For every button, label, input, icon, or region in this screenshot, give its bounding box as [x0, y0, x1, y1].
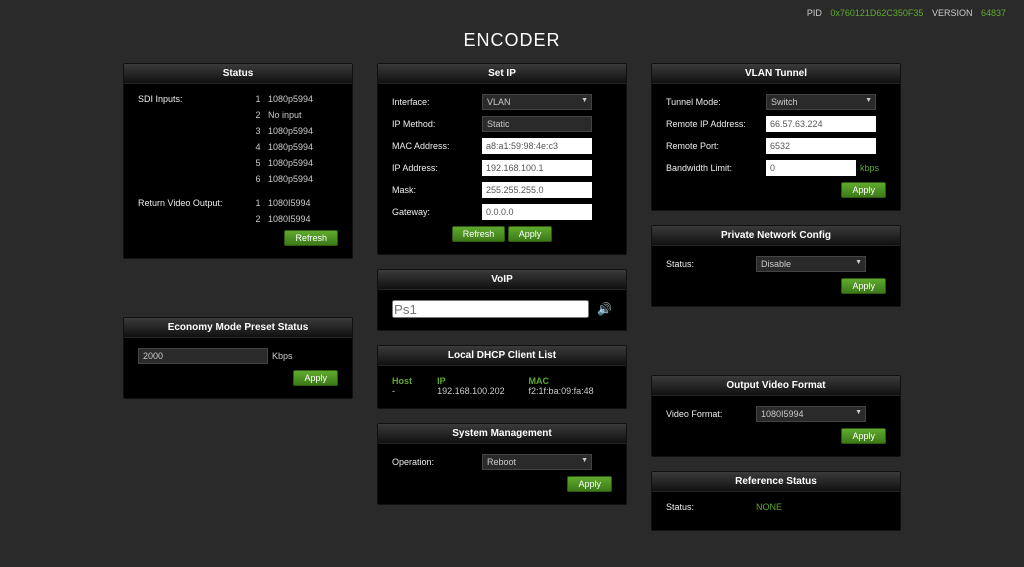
- vlan-apply-button[interactable]: Apply: [841, 182, 886, 198]
- setip-header: Set IP: [378, 64, 626, 84]
- setip-refresh-button[interactable]: Refresh: [452, 226, 506, 242]
- vlan-panel: VLAN Tunnel Tunnel Mode: Switch Remote I…: [651, 63, 901, 211]
- version-label: VERSION: [932, 8, 973, 18]
- return-video-label: Return Video Output:: [138, 198, 248, 208]
- voip-panel: VoIP 🔊: [377, 269, 627, 331]
- dhcp-header: Local DHCP Client List: [378, 346, 626, 366]
- remote-port-field[interactable]: [766, 138, 876, 154]
- private-network-panel: Private Network Config Status: Disable A…: [651, 225, 901, 307]
- version-value: 64837: [981, 8, 1006, 18]
- pid-label: PID: [807, 8, 822, 18]
- vlan-header: VLAN Tunnel: [652, 64, 900, 84]
- remote-ip-field[interactable]: [766, 116, 876, 132]
- ip-method-field[interactable]: [482, 116, 592, 132]
- private-status-select[interactable]: Disable: [756, 256, 866, 272]
- gateway-field[interactable]: [482, 204, 592, 220]
- economy-input[interactable]: [138, 348, 268, 364]
- output-video-header: Output Video Format: [652, 376, 900, 396]
- operation-select[interactable]: Reboot: [482, 454, 592, 470]
- setip-panel: Set IP Interface: VLAN IP Method: MAC Ad…: [377, 63, 627, 255]
- economy-apply-button[interactable]: Apply: [293, 370, 338, 386]
- reference-header: Reference Status: [652, 472, 900, 492]
- economy-header: Economy Mode Preset Status: [124, 318, 352, 338]
- bandwidth-unit: kbps: [860, 163, 879, 173]
- bandwidth-field[interactable]: [766, 160, 856, 176]
- mask-field[interactable]: [482, 182, 592, 198]
- sdi-inputs-label: SDI Inputs:: [138, 94, 248, 104]
- status-refresh-button[interactable]: Refresh: [284, 230, 338, 246]
- pid-value: 0x760121D62C350F35: [830, 8, 923, 18]
- economy-panel: Economy Mode Preset Status Kbps Apply: [123, 317, 353, 399]
- system-panel: System Management Operation: Reboot Appl…: [377, 423, 627, 505]
- private-network-header: Private Network Config: [652, 226, 900, 246]
- output-video-panel: Output Video Format Video Format: 1080I5…: [651, 375, 901, 457]
- voip-header: VoIP: [378, 270, 626, 290]
- tunnel-mode-select[interactable]: Switch: [766, 94, 876, 110]
- private-apply-button[interactable]: Apply: [841, 278, 886, 294]
- system-apply-button[interactable]: Apply: [567, 476, 612, 492]
- status-header: Status: [124, 64, 352, 84]
- reference-status-value: NONE: [756, 502, 782, 512]
- output-apply-button[interactable]: Apply: [841, 428, 886, 444]
- setip-apply-button[interactable]: Apply: [508, 226, 553, 242]
- ip-field[interactable]: [482, 160, 592, 176]
- video-format-select[interactable]: 1080I5994: [756, 406, 866, 422]
- economy-unit: Kbps: [272, 351, 293, 361]
- reference-panel: Reference Status Status: NONE: [651, 471, 901, 531]
- system-header: System Management: [378, 424, 626, 444]
- dhcp-row: - 192.168.100.202 f2:1f:ba:09:fa:48: [392, 386, 612, 396]
- mac-field[interactable]: [482, 138, 592, 154]
- voip-input[interactable]: [392, 300, 589, 318]
- dhcp-panel: Local DHCP Client List Host IP MAC - 192…: [377, 345, 627, 409]
- topbar: PID 0x760121D62C350F35 VERSION 64837: [801, 8, 1006, 18]
- speaker-icon[interactable]: 🔊: [597, 302, 612, 316]
- interface-select[interactable]: VLAN: [482, 94, 592, 110]
- status-panel: Status SDI Inputs:11080p5994 2No input 3…: [123, 63, 353, 259]
